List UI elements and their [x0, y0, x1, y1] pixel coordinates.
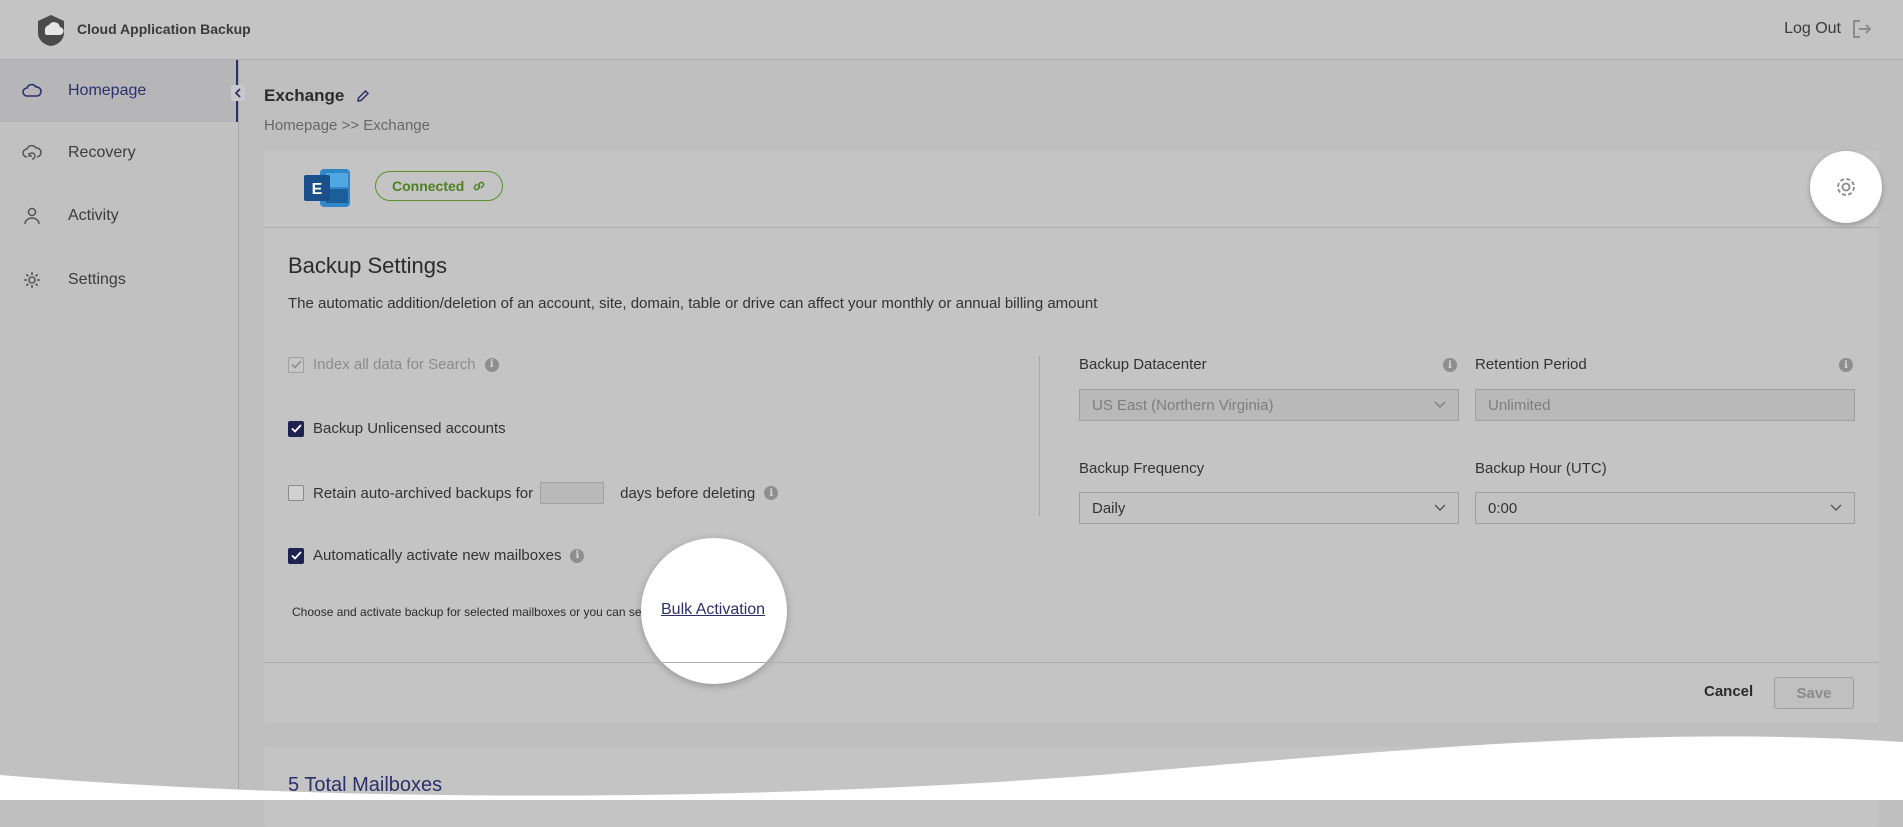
cloud-icon [22, 83, 42, 97]
info-icon[interactable]: i [764, 486, 779, 500]
exchange-logo-icon: E [304, 169, 350, 207]
auto-activate-checkbox[interactable] [288, 547, 304, 564]
sidebar-item-label: Recovery [68, 144, 136, 161]
breadcrumb-home[interactable]: Homepage [264, 117, 337, 134]
breadcrumb: Homepage >> Exchange [264, 117, 430, 134]
app-title: Cloud Application Backup [77, 21, 251, 37]
auto-activate-option: Automatically activate new mailboxes i [288, 547, 585, 564]
info-icon[interactable]: i [484, 357, 499, 372]
billing-description: The automatic addition/deletion of an ac… [288, 295, 1098, 312]
info-icon[interactable]: i [1839, 358, 1853, 372]
app-logo-icon [38, 15, 64, 46]
info-icon[interactable]: i [570, 548, 585, 563]
unlicensed-label: Backup Unlicensed accounts [313, 420, 506, 437]
chevron-down-icon [1434, 401, 1446, 408]
index-search-option: Index all data for Search i [288, 356, 499, 373]
retain-label-post: days before deleting [620, 484, 756, 502]
bulk-activation-link[interactable]: Bulk Activation [661, 601, 765, 619]
connection-status-text: Connected [392, 178, 465, 194]
datacenter-value: US East (Northern Virginia) [1092, 396, 1274, 414]
breadcrumb-separator: >> [341, 117, 360, 134]
chevron-down-icon [1434, 504, 1446, 511]
retention-placeholder: Unlimited [1488, 396, 1551, 414]
connection-status-badge: Connected [375, 171, 504, 201]
datacenter-label: Backup Datacenter [1079, 356, 1207, 373]
settings-gear-button[interactable] [1810, 151, 1882, 223]
retain-label-pre: Retain auto-archived backups for [313, 484, 534, 502]
index-search-checkbox[interactable] [288, 356, 304, 373]
sidebar-item-settings[interactable]: Settings [0, 249, 238, 311]
save-button[interactable]: Save [1774, 677, 1854, 709]
hour-label: Backup Hour (UTC) [1475, 460, 1607, 477]
page-title: Exchange [264, 86, 370, 106]
index-search-label: Index all data for Search [313, 356, 476, 373]
retain-option: Retain auto-archived backups for days be… [288, 482, 779, 504]
cancel-button[interactable]: Cancel [1704, 683, 1753, 700]
unlicensed-option: Backup Unlicensed accounts [288, 420, 506, 437]
card-header: E Connected [264, 151, 1882, 228]
gear-icon [1837, 178, 1855, 196]
info-icon[interactable]: i [1443, 358, 1457, 372]
top-bar: Cloud Application Backup Log Out [0, 0, 1903, 60]
page-title-text: Exchange [264, 86, 345, 105]
hour-select[interactable]: 0:00 [1475, 492, 1855, 524]
sidebar-collapse-button[interactable] [231, 85, 245, 101]
logout-icon [1853, 20, 1872, 38]
svg-text:E: E [312, 181, 323, 198]
sidebar-item-label: Homepage [68, 82, 147, 99]
sidebar-item-homepage[interactable]: Homepage [0, 60, 238, 122]
link-icon [474, 181, 485, 191]
chevron-down-icon [1830, 504, 1842, 511]
frequency-select[interactable]: Daily [1079, 492, 1459, 524]
hour-value: 0:00 [1488, 499, 1518, 517]
edit-pencil-icon[interactable] [356, 89, 370, 103]
checkmark-icon [290, 360, 302, 369]
sidebar: Homepage Recovery Activity Settings [0, 60, 239, 800]
sidebar-item-recovery[interactable]: Recovery [0, 122, 238, 184]
backup-settings-card: E Connected Backup Settings The automati… [264, 151, 1882, 723]
card-footer-divider [264, 662, 1879, 663]
chevron-left-icon [234, 88, 241, 98]
breadcrumb-current: Exchange [363, 117, 430, 134]
section-title: Backup Settings [288, 253, 447, 278]
cloud-restore-icon [22, 144, 42, 160]
logout-button[interactable]: Log Out [1784, 19, 1873, 39]
auto-activate-label: Automatically activate new mailboxes [313, 547, 562, 564]
retention-input[interactable]: Unlimited [1475, 389, 1855, 421]
checkmark-icon [290, 424, 302, 433]
frequency-value: Daily [1092, 499, 1126, 517]
bottom-wave-decoration [0, 736, 1903, 800]
sidebar-item-activity[interactable]: Activity [0, 185, 238, 247]
datacenter-select[interactable]: US East (Northern Virginia) [1079, 389, 1459, 421]
bulk-activation-text: Choose and activate backup for selected … [292, 605, 642, 619]
sidebar-item-label: Settings [68, 271, 126, 288]
sidebar-item-label: Activity [68, 207, 119, 224]
frequency-label: Backup Frequency [1079, 460, 1205, 477]
unlicensed-checkbox[interactable] [288, 420, 304, 437]
checkmark-icon [290, 551, 302, 560]
gear-icon [24, 272, 40, 288]
retention-label: Retention Period [1475, 356, 1587, 373]
user-icon [24, 207, 40, 225]
retain-checkbox[interactable] [288, 485, 304, 501]
retain-days-input[interactable] [540, 482, 605, 504]
vertical-divider [1039, 356, 1040, 516]
logout-label: Log Out [1784, 20, 1841, 37]
